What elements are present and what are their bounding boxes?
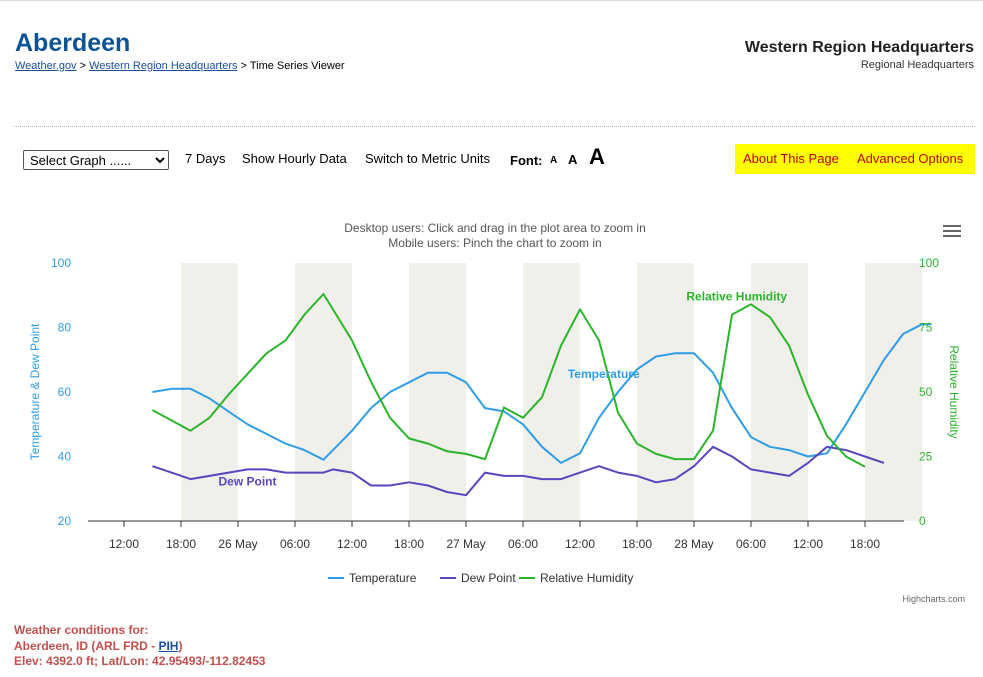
x-tick-label: 18:00 (394, 537, 424, 551)
station-pih-link[interactable]: PIH (158, 639, 178, 653)
night-band (523, 263, 580, 521)
chart-subtitle-line-2: Mobile users: Pinch the chart to zoom in (388, 236, 601, 250)
x-tick-label: 26 May (218, 537, 257, 551)
page-title: Aberdeen (15, 29, 131, 57)
breadcrumb: Weather.gov > Western Region Headquarter… (15, 60, 345, 72)
x-tick-label: 28 May (674, 537, 713, 551)
station-text: Aberdeen, ID (ARL FRD - (14, 639, 159, 653)
legend-item-dew-point[interactable]: Dew Point (440, 571, 516, 585)
x-tick-label: 06:00 (736, 537, 766, 551)
y-right-tick-label: 0 (919, 514, 926, 528)
chart-legend[interactable]: Temperature Dew Point Relative Humidity (328, 571, 633, 585)
x-tick-label: 06:00 (508, 537, 538, 551)
y-axis-right-title: Relative Humidity (947, 345, 961, 438)
x-tick-label: 12:00 (109, 537, 139, 551)
conditions-elevation: Elev: 4392.0 ft; Lat/Lon: 42.95493/-112.… (14, 654, 266, 668)
chart-subtitle-line-1: Desktop users: Click and drag in the plo… (344, 221, 646, 235)
y-right-tick-label: 50 (919, 385, 933, 399)
legend-item-relative-humidity[interactable]: Relative Humidity (519, 571, 633, 585)
x-tick-label: 12:00 (565, 537, 595, 551)
legend-label: Temperature (349, 571, 417, 585)
night-band (409, 263, 466, 521)
night-band (295, 263, 352, 521)
office-name: Western Region Headquarters (744, 39, 974, 56)
advanced-options-link[interactable]: Advanced Options (857, 151, 963, 166)
series-label-relative-humidity: Relative Humidity (686, 289, 787, 303)
conditions-heading: Weather conditions for: (14, 623, 149, 637)
y-left-tick-label: 80 (58, 321, 72, 335)
breadcrumb-current: Time Series Viewer (249, 60, 345, 72)
series-label-temperature: Temperature (568, 367, 640, 381)
y-right-tick-label: 25 (919, 450, 933, 464)
y-right-tick-label: 100 (919, 256, 939, 270)
top-rule (0, 0, 983, 1)
font-large-button[interactable]: A (589, 144, 605, 170)
y-axis-right-ticks: 100 75 50 25 0 (919, 256, 939, 528)
conditions-station: Aberdeen, ID (ARL FRD - PIH) (14, 639, 182, 653)
y-left-tick-label: 20 (58, 514, 72, 528)
night-band (865, 263, 922, 521)
show-hourly-data-link[interactable]: Show Hourly Data (242, 151, 347, 166)
font-small-button[interactable]: A (550, 155, 557, 166)
select-graph-dropdown[interactable]: Select Graph ...... (23, 150, 169, 170)
night-bands (181, 263, 922, 521)
time-series-chart[interactable]: Desktop users: Click and drag in the plo… (0, 200, 983, 600)
legend-label: Relative Humidity (540, 571, 633, 585)
chart-menu-icon[interactable] (943, 225, 961, 239)
y-left-tick-label: 40 (58, 450, 72, 464)
chart-credits[interactable]: Highcharts.com (902, 594, 965, 604)
x-axis-ticks: 12:00 18:00 26 May 06:00 12:00 18:00 27 May 06:… (88, 520, 904, 551)
divider (14, 126, 975, 127)
legend-label: Dew Point (461, 571, 516, 585)
font-medium-button[interactable]: A (568, 152, 577, 167)
switch-metric-units-link[interactable]: Switch to Metric Units (365, 151, 490, 166)
x-tick-label: 12:00 (793, 537, 823, 551)
x-tick-label: 12:00 (337, 537, 367, 551)
breadcrumb-region-link[interactable]: Western Region Headquarters (89, 60, 237, 72)
about-this-page-link[interactable]: About This Page (743, 151, 839, 166)
x-tick-label: 18:00 (850, 537, 880, 551)
station-suffix: ) (178, 639, 183, 653)
x-tick-label: 18:00 (166, 537, 196, 551)
series-label-dew-point: Dew Point (218, 474, 276, 488)
office-subtitle: Regional Headquarters (860, 59, 974, 71)
x-tick-label: 27 May (446, 537, 485, 551)
y-left-tick-label: 100 (51, 256, 71, 270)
legend-item-temperature[interactable]: Temperature (328, 571, 417, 585)
y-right-tick-label: 75 (919, 321, 933, 335)
y-axis-left-title: Temperature & Dew Point (28, 323, 42, 460)
font-size-label: Font: (510, 153, 543, 168)
x-tick-label: 06:00 (280, 537, 310, 551)
breadcrumb-home-link[interactable]: Weather.gov (15, 60, 77, 72)
x-tick-label: 18:00 (622, 537, 652, 551)
y-axis-left-ticks: 100 80 60 40 20 (51, 256, 71, 528)
breadcrumb-separator: > (237, 60, 250, 72)
seven-days-link[interactable]: 7 Days (185, 151, 225, 166)
y-left-tick-label: 60 (58, 385, 72, 399)
breadcrumb-separator: > (76, 60, 90, 72)
